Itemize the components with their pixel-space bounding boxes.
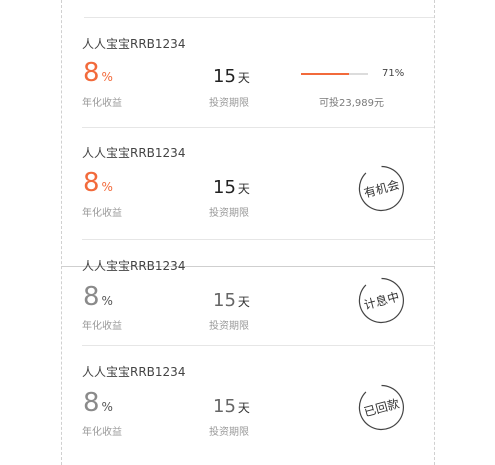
annual-rate-value: 8 [83, 282, 100, 312]
invest-term-label: 投资期限 [209, 98, 249, 109]
annual-rate: 8% [83, 60, 113, 86]
status-stamp: 有机会 [357, 164, 406, 213]
available-amount: 可投23,989元 [319, 98, 384, 109]
status-stamp: 计息中 [357, 276, 406, 325]
invest-term-value: 15 [213, 396, 236, 417]
invest-term-unit: 天 [237, 71, 250, 85]
annual-rate: 8% [83, 284, 113, 310]
annual-rate-unit: % [101, 180, 113, 194]
invest-term: 15 天 [213, 66, 250, 87]
product-title: 人人宝宝RRB1234 [82, 146, 186, 160]
product-card[interactable]: 人人宝宝RRB1234 8% 年化收益 15 天 投资期限 已回款 [82, 346, 434, 465]
guide-line-right [434, 0, 435, 465]
product-card[interactable]: 人人宝宝RRB1234 8% 年化收益 15 天 投资期限 71% 可投23,98… [82, 18, 434, 128]
product-title: 人人宝宝RRB1234 [82, 259, 186, 273]
annual-rate-unit: % [101, 400, 113, 414]
invest-term-label: 投资期限 [209, 321, 249, 332]
annual-rate-value: 8 [83, 168, 100, 198]
annual-rate-label: 年化收益 [82, 321, 122, 332]
product-title: 人人宝宝RRB1234 [82, 365, 186, 379]
invest-term-unit: 天 [237, 401, 250, 415]
annual-rate-unit: % [101, 70, 113, 84]
annual-rate-value: 8 [83, 58, 100, 88]
invest-term-value: 15 [213, 177, 236, 198]
invest-term: 15 天 [213, 290, 250, 311]
invest-term-value: 15 [213, 290, 236, 311]
product-card[interactable]: 人人宝宝RRB1234 8% 年化收益 15 天 投资期限 计息中 [82, 240, 434, 346]
invest-term: 15 天 [213, 177, 250, 198]
invest-term-label: 投资期限 [209, 427, 249, 438]
annual-rate: 8% [83, 390, 113, 416]
annual-rate-label: 年化收益 [82, 208, 122, 219]
annual-rate-label: 年化收益 [82, 427, 122, 438]
invest-term-unit: 天 [237, 182, 250, 196]
progress-bar [301, 73, 368, 75]
progress-percent: 71% [382, 68, 405, 79]
invest-term-unit: 天 [237, 295, 250, 309]
product-title: 人人宝宝RRB1234 [82, 37, 186, 51]
annual-rate-unit: % [101, 294, 113, 308]
invest-term: 15 天 [213, 396, 250, 417]
invest-term-label: 投资期限 [209, 208, 249, 219]
status-stamp: 已回款 [357, 383, 406, 432]
annual-rate: 8% [83, 170, 113, 196]
invest-term-value: 15 [213, 66, 236, 87]
annual-rate-value: 8 [83, 388, 100, 418]
progress-bar-fill [301, 73, 349, 75]
annual-rate-label: 年化收益 [82, 98, 122, 109]
guide-line-left [61, 0, 62, 465]
product-card[interactable]: 人人宝宝RRB1234 8% 年化收益 15 天 投资期限 有机会 [82, 128, 434, 240]
